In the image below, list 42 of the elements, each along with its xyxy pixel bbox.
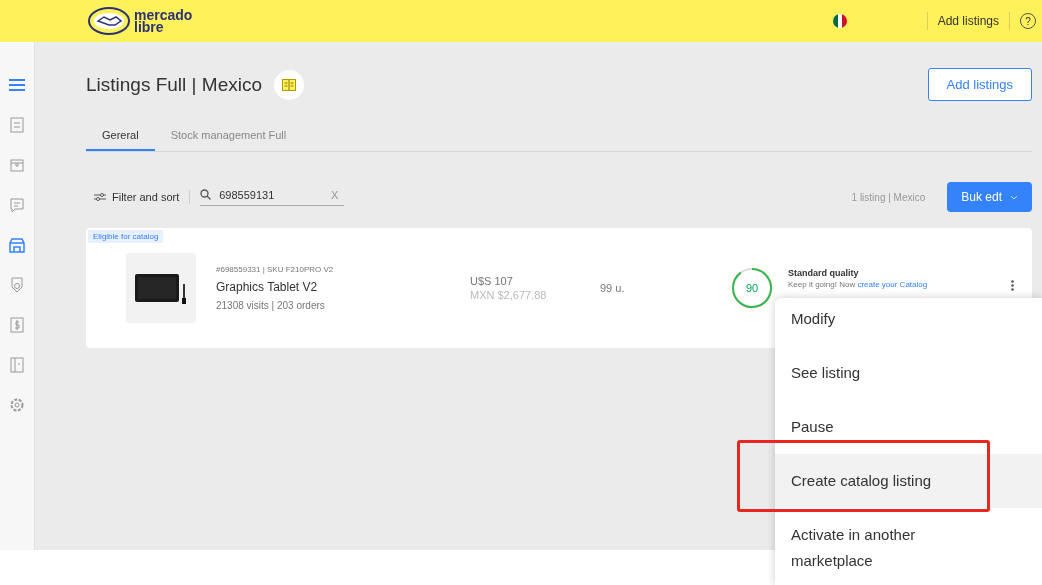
bulk-edit-button[interactable]: Buk edt bbox=[947, 182, 1032, 212]
logo-text: mercado bbox=[134, 9, 193, 21]
chevron-down-icon bbox=[1010, 194, 1018, 200]
menu-item[interactable]: Modify bbox=[775, 298, 1042, 346]
box-icon[interactable] bbox=[10, 158, 24, 172]
quality-hint: Keep it going! Now create your Catalog bbox=[788, 279, 929, 289]
quality-score: 90 bbox=[744, 281, 760, 296]
listing-stats: 21308 visits | 203 orders bbox=[216, 300, 326, 311]
flag-icon[interactable] bbox=[832, 14, 847, 28]
listing-id: #698559331 | SKU F210PRO V2 bbox=[216, 265, 335, 274]
search-field[interactable]: 698559131 X bbox=[200, 188, 345, 206]
menu-item[interactable]: Activate in another marketplace bbox=[775, 516, 967, 574]
quality-title: Standard quality bbox=[788, 267, 860, 278]
book-icon[interactable] bbox=[10, 357, 24, 373]
store-icon[interactable] bbox=[9, 237, 25, 253]
chat-icon[interactable] bbox=[10, 197, 24, 213]
listing-title[interactable]: Graphics Tablet V2 bbox=[216, 280, 470, 294]
catalog-link[interactable]: create your Catalog bbox=[857, 279, 928, 289]
price-usd: U$S 107 bbox=[470, 275, 514, 287]
add-listings-button[interactable]: Add listings bbox=[927, 68, 1032, 101]
stock-quantity: 99 u. bbox=[600, 282, 626, 294]
menu-icon[interactable] bbox=[9, 79, 25, 91]
catalog-tag: Eligible for catalog bbox=[88, 230, 164, 243]
badge-icon[interactable] bbox=[10, 277, 24, 293]
dollar-document-icon[interactable] bbox=[10, 317, 24, 333]
logo-text: libre bbox=[134, 21, 164, 33]
tab[interactable]: Gereral bbox=[86, 123, 155, 151]
menu-item[interactable]: Create catalog listing bbox=[775, 454, 1042, 508]
page-title: Listings Full | Mexico bbox=[86, 73, 262, 96]
add-listings-link[interactable]: Add listings bbox=[937, 14, 999, 28]
price-mxn: MXN $2,677.88 bbox=[470, 289, 548, 301]
search-icon bbox=[200, 189, 212, 200]
settings-icon[interactable] bbox=[9, 397, 25, 413]
book-icon[interactable] bbox=[282, 78, 296, 91]
menu-item[interactable]: Pause bbox=[775, 400, 1042, 454]
handshake-logo-icon bbox=[88, 7, 130, 35]
menu-item[interactable]: See listing bbox=[775, 346, 1042, 400]
list-icon[interactable] bbox=[10, 117, 24, 133]
filter-icon[interactable] bbox=[94, 192, 106, 202]
filter-and-sort-button[interactable]: Filter and sort bbox=[112, 191, 180, 203]
listing-count: 1 listing | Mexico bbox=[851, 191, 926, 203]
more-options-icon[interactable] bbox=[1011, 280, 1014, 291]
